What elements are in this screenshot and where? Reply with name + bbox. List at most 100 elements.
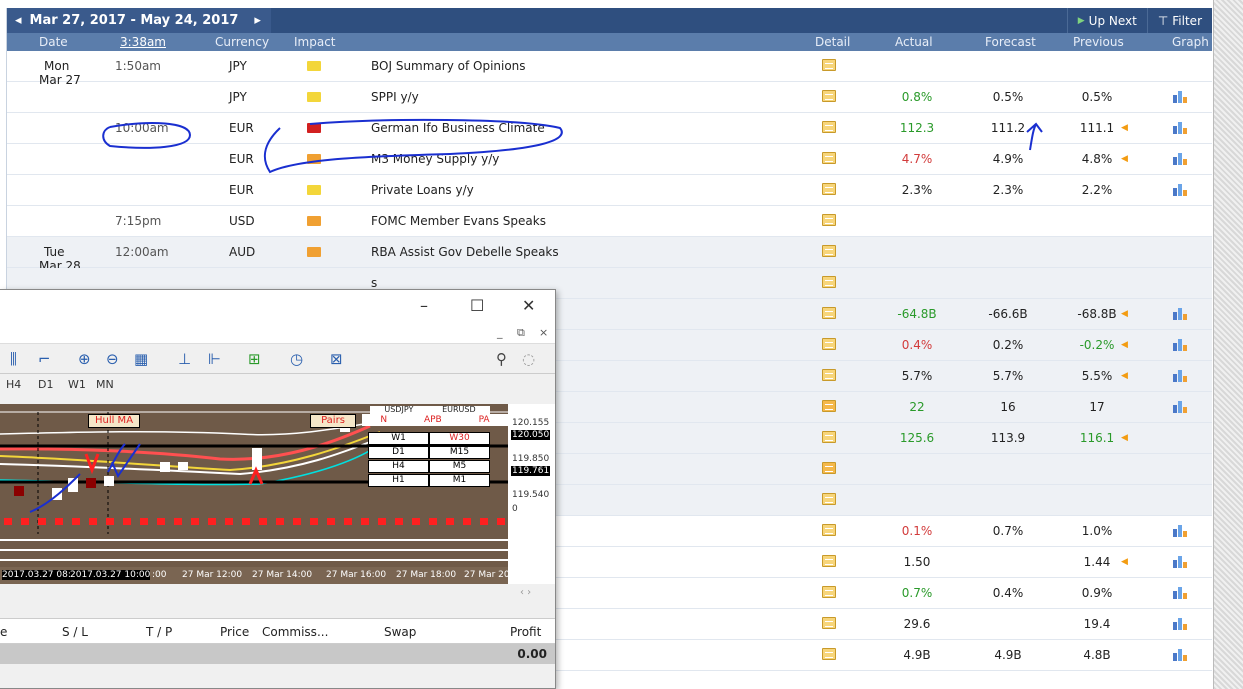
graph-bars-icon[interactable] (1173, 370, 1187, 382)
zoom-in-icon[interactable]: ⊕ (78, 350, 91, 368)
up-next-button[interactable]: ▶ Up Next (1066, 8, 1147, 33)
detail-folder-icon[interactable] (822, 617, 836, 629)
tab-pa[interactable]: PA (479, 414, 490, 426)
chat-icon[interactable]: ◌ (522, 350, 535, 368)
graph-bars-icon[interactable] (1173, 339, 1187, 351)
tf-grid-cell[interactable]: M1 (429, 474, 490, 487)
header-profit[interactable]: Profit (510, 625, 541, 639)
event-row[interactable]: EUR M3 Money Supply y/y 4.7% 4.9% 4.8% ◀ (7, 144, 1212, 175)
detail-folder-icon[interactable] (822, 493, 836, 505)
graph-bars-icon[interactable] (1173, 308, 1187, 320)
event-row[interactable]: 7:15pm USD FOMC Member Evans Speaks (7, 206, 1212, 237)
revised-arrow-icon[interactable]: ◀ (1121, 433, 1128, 443)
tf-grid-cell[interactable]: M15 (429, 446, 490, 459)
chart-restore-icon[interactable]: ⧉ (517, 326, 525, 340)
detail-folder-icon[interactable] (822, 369, 836, 381)
graph-bars-icon[interactable] (1173, 153, 1187, 165)
chart-close-icon[interactable]: × (539, 326, 548, 339)
search-icon[interactable]: ⚲ (496, 350, 507, 368)
header-sl[interactable]: S / L (62, 625, 88, 639)
detail-folder-icon[interactable] (822, 245, 836, 257)
date-range-selector[interactable]: ◂ Mar 27, 2017 - May 24, 2017 ▸ (7, 8, 271, 33)
header-time[interactable]: 3:38am (120, 33, 166, 51)
detail-folder-icon[interactable] (822, 276, 836, 288)
autoscroll-icon[interactable]: ⊥ (178, 350, 191, 368)
line-chart-icon[interactable]: ⌐ (38, 350, 51, 368)
tf-h4[interactable]: H4 (6, 378, 21, 391)
chart-minimize-icon[interactable]: _ (497, 326, 503, 339)
tab-apb[interactable]: APB (424, 414, 442, 426)
graph-bars-icon[interactable] (1173, 587, 1187, 599)
event-row[interactable]: EUR Private Loans y/y 2.3% 2.3% 2.2% (7, 175, 1212, 206)
tf-grid-cell[interactable]: M5 (429, 460, 490, 473)
event-row[interactable]: 10:00am EUR German Ifo Business Climate 112… (7, 113, 1212, 144)
header-tp[interactable]: T / P (146, 625, 172, 639)
detail-folder-icon[interactable] (822, 183, 836, 195)
maximize-icon[interactable]: ☐ (470, 296, 484, 315)
tab-eurusd[interactable]: EURUSD (442, 406, 476, 414)
header-price[interactable]: Price (220, 625, 249, 639)
bar-chart-icon[interactable]: ⫼ (10, 350, 17, 368)
detail-folder-icon[interactable] (822, 555, 836, 567)
graph-bars-icon[interactable] (1173, 122, 1187, 134)
detail-folder-icon[interactable] (822, 90, 836, 102)
tab-n[interactable]: N (380, 414, 387, 426)
next-range-icon[interactable]: ▸ (254, 13, 261, 28)
tf-grid-cell[interactable]: H4 (368, 460, 429, 473)
tf-grid-cell[interactable]: W30 (429, 432, 490, 445)
detail-folder-icon[interactable] (822, 648, 836, 660)
detail-folder-icon[interactable] (822, 431, 836, 443)
graph-bars-icon[interactable] (1173, 401, 1187, 413)
detail-folder-icon[interactable] (822, 462, 836, 474)
revised-arrow-icon[interactable]: ◀ (1121, 309, 1128, 319)
tf-grid-cell[interactable]: W1 (368, 432, 429, 445)
event-row[interactable]: Mon Mar 27 1:50am JPY BOJ Summary of Opinion… (7, 51, 1212, 87)
zoom-out-icon[interactable]: ⊖ (106, 350, 119, 368)
detail-folder-icon[interactable] (822, 586, 836, 598)
periods-icon[interactable]: ◷ (290, 350, 303, 368)
pairs-label[interactable]: Pairs (310, 414, 356, 428)
tab-usdjpy[interactable]: USDJPY (384, 406, 413, 414)
graph-bars-icon[interactable] (1173, 184, 1187, 196)
filter-button[interactable]: ⊤ Filter (1146, 8, 1212, 33)
scroll-arrows[interactable]: ‹ › (520, 587, 531, 598)
graph-bars-icon[interactable] (1173, 649, 1187, 661)
revised-arrow-icon[interactable]: ◀ (1121, 154, 1128, 164)
chart-scrollbar[interactable]: ‹ › (0, 584, 555, 604)
page-scrollbar[interactable] (1213, 0, 1243, 689)
detail-folder-icon[interactable] (822, 59, 836, 71)
price-chart[interactable]: Hull MA Pairs USDJPY EURUSD N APB PA W1 W30 D… (0, 404, 508, 584)
graph-bars-icon[interactable] (1173, 556, 1187, 568)
revised-arrow-icon[interactable]: ◀ (1121, 557, 1128, 567)
symbol-tabs[interactable]: USDJPY EURUSD (370, 406, 490, 414)
tf-mn[interactable]: MN (96, 378, 114, 391)
templates-icon[interactable]: ⊠ (330, 350, 343, 368)
graph-bars-icon[interactable] (1173, 91, 1187, 103)
detail-folder-icon[interactable] (822, 121, 836, 133)
mode-tabs[interactable]: N APB PA (362, 414, 508, 426)
tile-windows-icon[interactable]: ▦ (134, 350, 148, 368)
close-icon[interactable]: ✕ (522, 296, 535, 315)
minimize-icon[interactable]: – (420, 296, 428, 315)
tf-d1[interactable]: D1 (38, 378, 53, 391)
indicators-icon[interactable]: ⊞ (248, 350, 261, 368)
tf-grid-cell[interactable]: D1 (368, 446, 429, 459)
detail-folder-icon[interactable] (822, 400, 836, 412)
tf-grid-cell[interactable]: H1 (368, 474, 429, 487)
detail-folder-icon[interactable] (822, 524, 836, 536)
detail-folder-icon[interactable] (822, 152, 836, 164)
prev-range-icon[interactable]: ◂ (15, 13, 22, 28)
detail-folder-icon[interactable] (822, 214, 836, 226)
revised-arrow-icon[interactable]: ◀ (1121, 340, 1128, 350)
tf-w1[interactable]: W1 (68, 378, 86, 391)
detail-folder-icon[interactable] (822, 338, 836, 350)
revised-arrow-icon[interactable]: ◀ (1121, 371, 1128, 381)
detail-folder-icon[interactable] (822, 307, 836, 319)
header-commission[interactable]: Commiss... (262, 625, 328, 639)
event-row[interactable]: Tue Mar 28 12:00am AUD RBA Assist Gov Debell… (7, 237, 1212, 273)
header-swap[interactable]: Swap (384, 625, 416, 639)
revised-arrow-icon[interactable]: ◀ (1121, 123, 1128, 133)
graph-bars-icon[interactable] (1173, 618, 1187, 630)
chart-shift-icon[interactable]: ⊩ (208, 350, 221, 368)
event-row[interactable]: JPY SPPI y/y 0.8% 0.5% 0.5% (7, 82, 1212, 113)
